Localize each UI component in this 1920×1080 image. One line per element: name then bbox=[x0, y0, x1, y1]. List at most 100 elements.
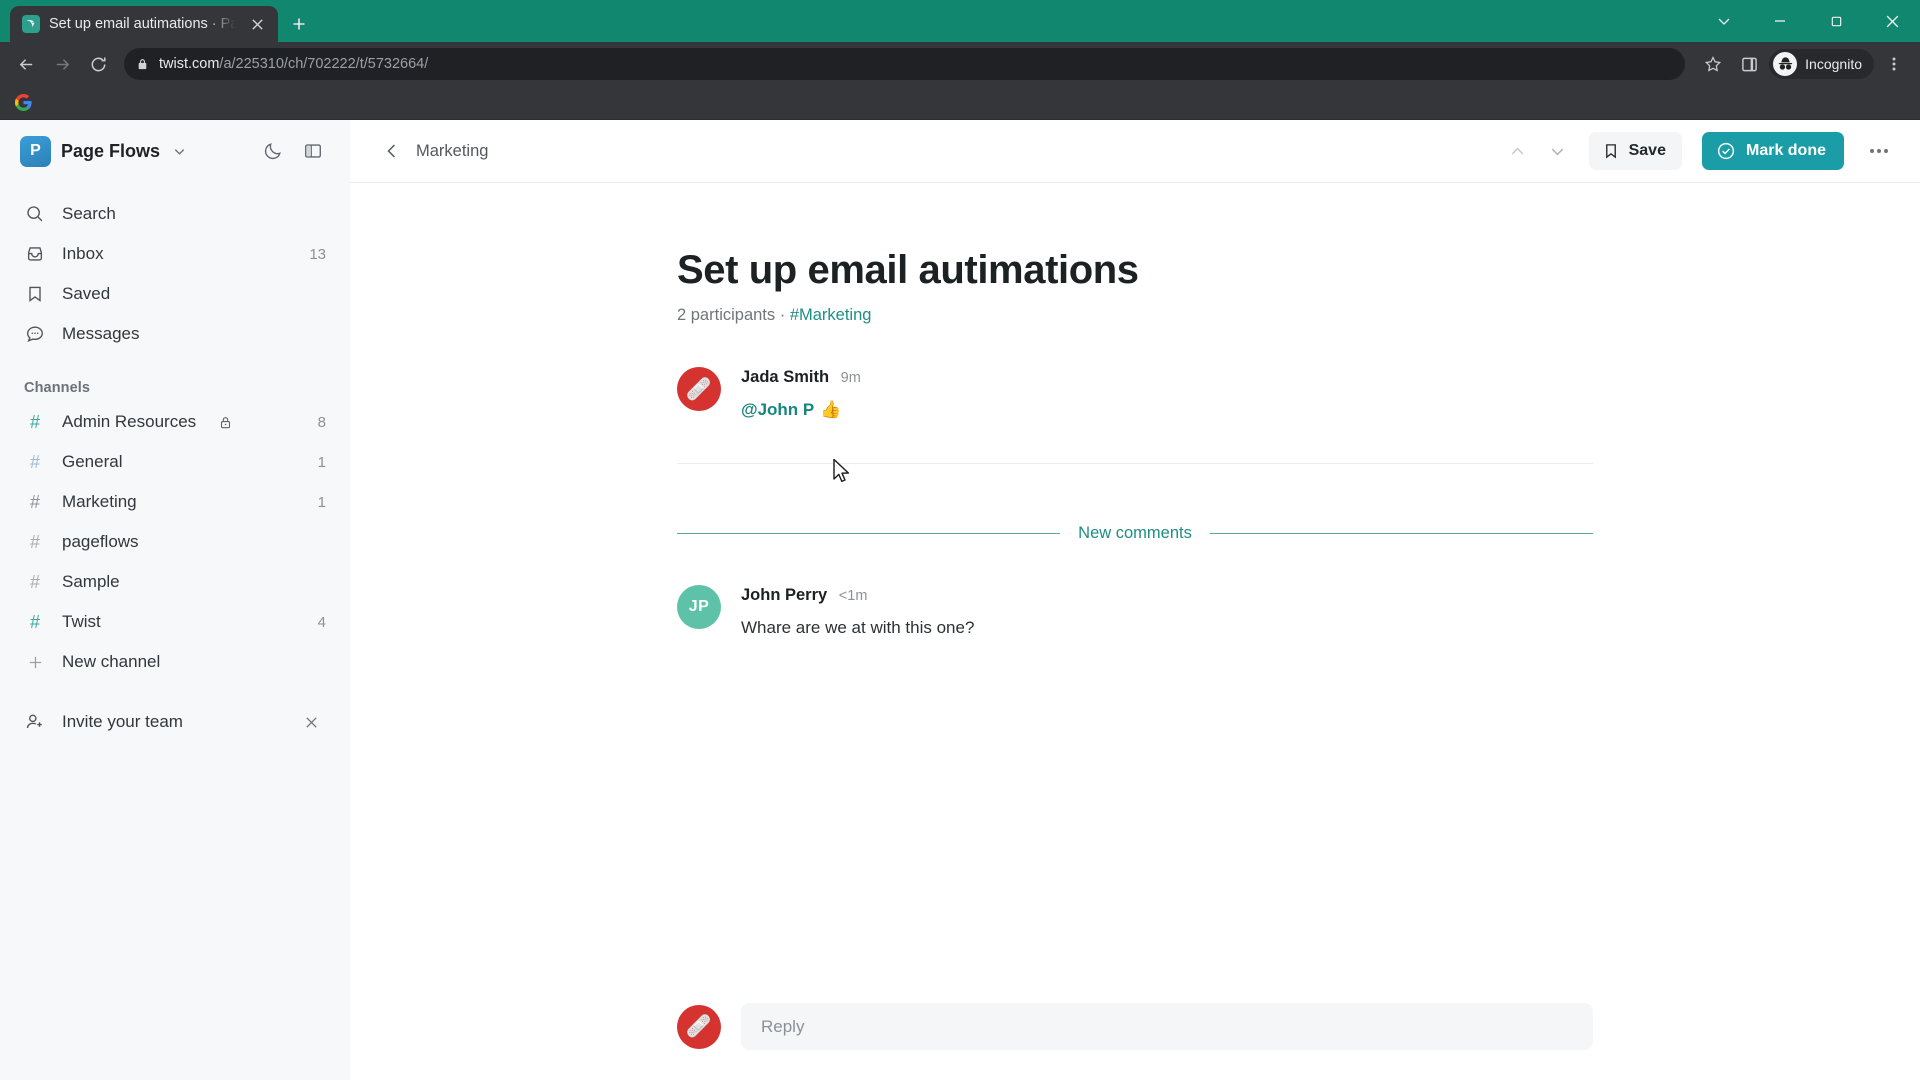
chevron-down-icon[interactable] bbox=[1696, 0, 1752, 42]
workspace-logo: P bbox=[20, 135, 51, 167]
url-text: twist.com/a/225310/ch/702222/t/5732664/ bbox=[159, 56, 428, 72]
back-chevron-icon[interactable] bbox=[378, 137, 406, 165]
bookmark-icon bbox=[1602, 142, 1620, 160]
workspace-header: P Page Flows bbox=[0, 120, 350, 182]
address-bar[interactable]: twist.com/a/225310/ch/702222/t/5732664/ bbox=[124, 48, 1686, 80]
chevron-down-icon[interactable] bbox=[172, 144, 187, 159]
sidebar: P Page Flows Search Inbox 13 Saved Messa… bbox=[0, 120, 350, 1080]
bookmark-icon bbox=[24, 283, 46, 305]
channel-item-general[interactable]: # General 1 bbox=[0, 442, 350, 482]
search-icon bbox=[24, 203, 46, 225]
sidebar-item-inbox[interactable]: Inbox 13 bbox=[0, 234, 350, 274]
channel-item-marketing[interactable]: # Marketing 1 bbox=[0, 482, 350, 522]
sidebar-item-badge: 13 bbox=[309, 245, 326, 263]
meta-separator: · bbox=[779, 306, 786, 324]
channel-name: General bbox=[62, 452, 123, 471]
composer: 🩹 Reply bbox=[677, 1003, 1593, 1050]
thread-panel: Marketing Save Mark done Set up email au… bbox=[350, 120, 1920, 1080]
channel-item-twist[interactable]: # Twist 4 bbox=[0, 602, 350, 642]
save-button[interactable]: Save bbox=[1588, 132, 1682, 170]
medical-kit-emoji: 🩹 bbox=[685, 1015, 713, 1038]
channel-badge: 1 bbox=[317, 453, 326, 471]
google-bookmark-icon[interactable] bbox=[10, 90, 36, 116]
incognito-label: Incognito bbox=[1805, 56, 1862, 72]
message-timestamp: 9m bbox=[840, 370, 861, 386]
lock-icon bbox=[219, 416, 232, 429]
message-body: Jada Smith 9m @John P 👍 bbox=[741, 367, 1593, 423]
comment-author: John Perry bbox=[741, 585, 828, 604]
message-text: @John P 👍 bbox=[741, 398, 1593, 423]
toggle-sidebar-panel-icon[interactable] bbox=[298, 136, 328, 166]
channel-name: pageflows bbox=[62, 532, 139, 551]
user-mention[interactable]: @John P bbox=[741, 400, 814, 419]
dark-mode-moon-icon[interactable] bbox=[258, 136, 288, 166]
thumbs-up-emoji[interactable]: 👍 bbox=[820, 400, 841, 419]
channel-list: # Admin Resources 8 # General 1 # Market… bbox=[0, 402, 350, 682]
channel-name: Twist bbox=[62, 612, 101, 631]
new-channel-button[interactable]: New channel bbox=[0, 642, 350, 682]
new-comments-divider: New comments bbox=[677, 524, 1594, 543]
back-icon[interactable] bbox=[10, 48, 42, 80]
minimize-icon[interactable] bbox=[1752, 0, 1808, 42]
incognito-profile-pill[interactable]: Incognito bbox=[1769, 49, 1874, 79]
sidebar-item-saved[interactable]: Saved bbox=[0, 274, 350, 314]
divider-line-left bbox=[677, 532, 1061, 534]
hash-icon: # bbox=[29, 451, 40, 472]
lock-icon bbox=[136, 58, 149, 71]
workspace-name[interactable]: Page Flows bbox=[61, 141, 160, 162]
avatar[interactable]: 🩹 bbox=[677, 367, 721, 411]
channel-badge: 1 bbox=[317, 493, 326, 511]
next-thread-icon[interactable] bbox=[1543, 136, 1573, 166]
window-close-icon[interactable] bbox=[1864, 0, 1920, 42]
reply-input[interactable]: Reply bbox=[741, 1003, 1593, 1050]
page-title: Set up email autimations bbox=[677, 248, 1139, 292]
more-options-button[interactable] bbox=[1860, 132, 1898, 170]
reload-icon[interactable] bbox=[82, 48, 114, 80]
sidebar-item-search[interactable]: Search bbox=[0, 194, 350, 234]
dot-icon bbox=[1884, 149, 1888, 153]
side-panel-icon[interactable] bbox=[1733, 48, 1765, 80]
star-icon[interactable] bbox=[1697, 48, 1729, 80]
url-path: /a/225310/ch/702222/t/5732664/ bbox=[219, 56, 429, 72]
twist-app: P Page Flows Search Inbox 13 Saved Messa… bbox=[0, 120, 1920, 1080]
sidebar-item-messages[interactable]: Messages bbox=[0, 314, 350, 354]
message-header: Jada Smith 9m bbox=[741, 368, 1593, 387]
mark-done-button[interactable]: Mark done bbox=[1701, 132, 1844, 170]
comment-text: Whare are we at with this one? bbox=[741, 617, 975, 637]
browser-tab[interactable]: Set up email autimations · Page bbox=[10, 6, 278, 42]
invite-your-team-row[interactable]: Invite your team bbox=[0, 702, 350, 742]
channel-item-admin-resources[interactable]: # Admin Resources 8 bbox=[0, 402, 350, 442]
plus-icon bbox=[24, 654, 46, 671]
avatar[interactable]: JP bbox=[677, 584, 721, 629]
close-icon[interactable] bbox=[244, 11, 270, 37]
comment-timestamp: <1m bbox=[838, 587, 868, 604]
chrome-menu-icon[interactable] bbox=[1878, 48, 1910, 80]
channel-item-sample[interactable]: # Sample bbox=[0, 562, 350, 602]
comment-header: John Perry <1m bbox=[741, 586, 1593, 605]
sidebar-nav: Search Inbox 13 Saved Messages bbox=[0, 194, 350, 354]
channel-name: Marketing bbox=[62, 492, 137, 511]
hash-icon: # bbox=[29, 411, 40, 432]
channel-item-pageflows[interactable]: # pageflows bbox=[0, 522, 350, 562]
composer-area: 🩹 Reply bbox=[350, 1003, 1920, 1080]
close-icon[interactable] bbox=[296, 707, 326, 737]
thread-channel-link[interactable]: #Marketing bbox=[790, 306, 872, 324]
thread-meta: 2 participants · #Marketing bbox=[677, 306, 1593, 325]
channels-heading: Channels bbox=[24, 380, 91, 396]
thread-content: Set up email autimations 2 participants … bbox=[677, 183, 1594, 1003]
channel-badge: 4 bbox=[317, 613, 326, 631]
maximize-icon[interactable] bbox=[1808, 0, 1864, 42]
dot-icon bbox=[1870, 149, 1874, 153]
previous-thread-icon[interactable] bbox=[1503, 136, 1533, 166]
sidebar-item-label: Search bbox=[62, 204, 116, 223]
new-tab-button[interactable] bbox=[286, 11, 312, 37]
new-channel-label: New channel bbox=[62, 652, 161, 671]
hash-icon: # bbox=[29, 531, 40, 552]
forward-icon bbox=[46, 48, 78, 80]
hash-icon: # bbox=[29, 491, 40, 512]
breadcrumb[interactable]: Marketing bbox=[416, 142, 488, 161]
thread-scroll-area[interactable]: Set up email autimations 2 participants … bbox=[350, 183, 1920, 1003]
chat-bubble-icon bbox=[24, 323, 46, 345]
message-divider bbox=[677, 462, 1593, 464]
toolbar-right-actions: Incognito bbox=[1697, 48, 1910, 80]
